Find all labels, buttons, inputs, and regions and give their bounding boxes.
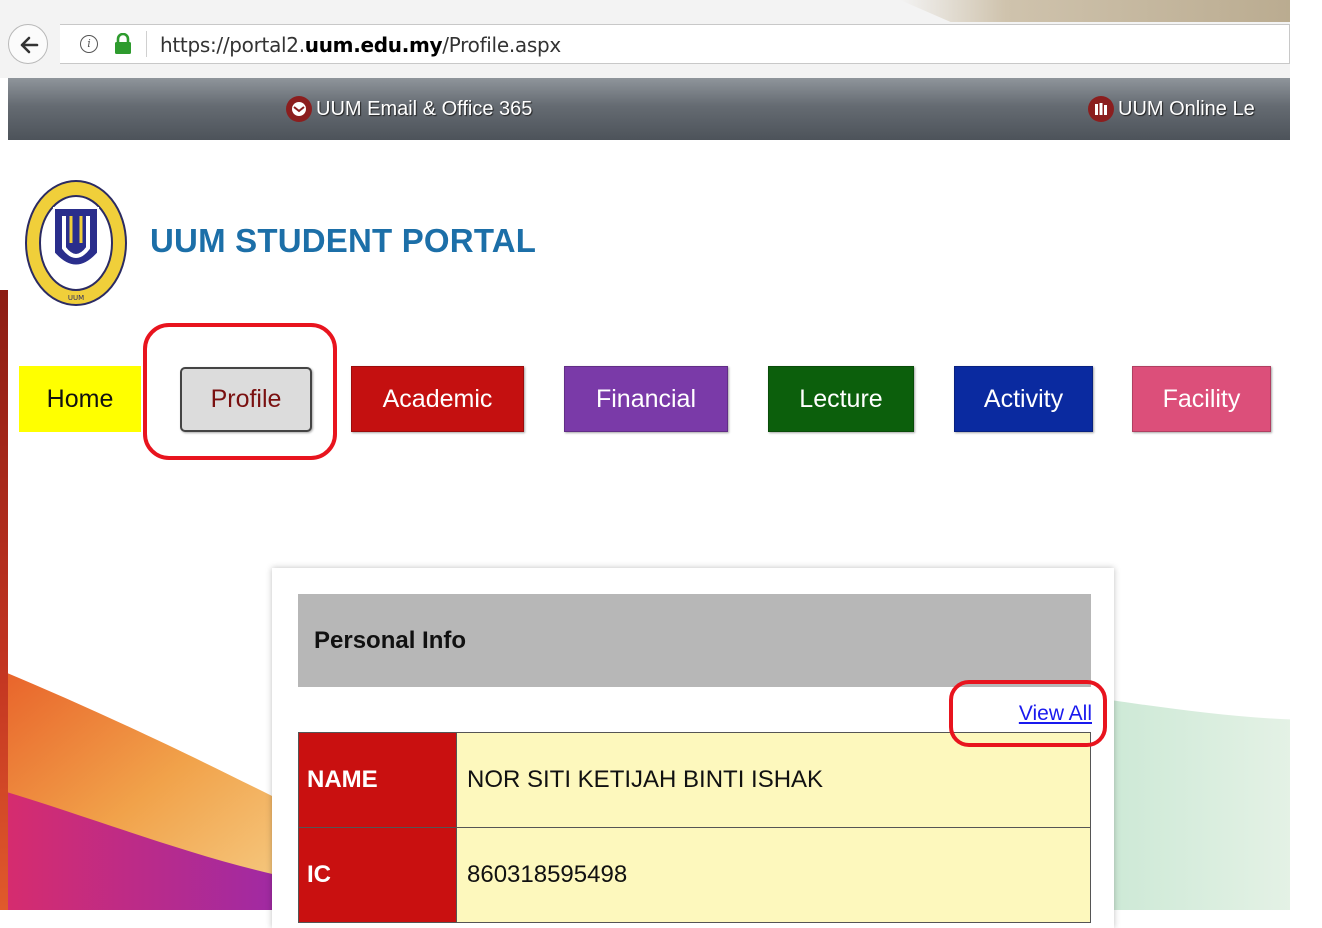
url-text[interactable]: https://portal2.uum.edu.my/Profile.aspx	[160, 33, 561, 57]
menu-facility-button[interactable]: Facility	[1132, 366, 1271, 432]
logo-lettering: UUM	[68, 294, 84, 302]
top-link-online-label: UUM Online Le	[1118, 97, 1255, 120]
top-links-bar: UUM Email & Office 365 UUM Online Le	[8, 78, 1290, 140]
uum-crest-logo: UUM	[25, 180, 127, 306]
back-button[interactable]	[8, 24, 48, 64]
profile-highlight-annotation	[143, 323, 337, 460]
library-icon	[1088, 96, 1114, 122]
row-label-name: NAME	[298, 732, 457, 828]
info-icon[interactable]: i	[80, 35, 98, 53]
lock-icon[interactable]	[114, 33, 132, 55]
url-field[interactable]: i https://portal2.uum.edu.my/Profile.asp…	[60, 24, 1290, 64]
top-link-email[interactable]: UUM Email & Office 365	[286, 94, 532, 124]
email-icon	[286, 96, 312, 122]
page-right-margin	[1290, 0, 1322, 910]
menu-financial-button[interactable]: Financial	[564, 366, 728, 432]
menu-academic-button[interactable]: Academic	[351, 366, 524, 432]
url-prefix: https://portal2.	[160, 33, 305, 57]
menu-activity-button[interactable]: Activity	[954, 366, 1093, 432]
left-decoration-strip	[0, 290, 8, 910]
row-label-ic: IC	[298, 827, 457, 923]
personal-info-table: NAME NOR SITI KETIJAH BINTI ISHAK IC 860…	[298, 732, 1091, 923]
url-separator	[146, 31, 147, 57]
corner-decoration	[900, 0, 1322, 22]
top-link-online-learning[interactable]: UUM Online Le	[1088, 94, 1255, 124]
top-link-email-label: UUM Email & Office 365	[316, 97, 533, 120]
url-domain: uum.edu.my	[304, 33, 443, 57]
menu-home-button[interactable]: Home	[19, 366, 141, 432]
personal-info-title: Personal Info	[298, 594, 1091, 687]
portal-title: UUM STUDENT PORTAL	[150, 222, 537, 259]
table-row: IC 860318595498	[298, 827, 1091, 923]
personal-info-panel: Personal Info View All NAME NOR SITI KET…	[272, 568, 1114, 928]
menu-lecture-button[interactable]: Lecture	[768, 366, 914, 432]
back-arrow-icon	[20, 36, 39, 54]
url-path: /Profile.aspx	[442, 33, 561, 57]
row-value-ic: 860318595498	[456, 827, 1091, 923]
browser-address-bar: i https://portal2.uum.edu.my/Profile.asp…	[0, 0, 1322, 78]
view-all-highlight-annotation	[949, 680, 1107, 747]
